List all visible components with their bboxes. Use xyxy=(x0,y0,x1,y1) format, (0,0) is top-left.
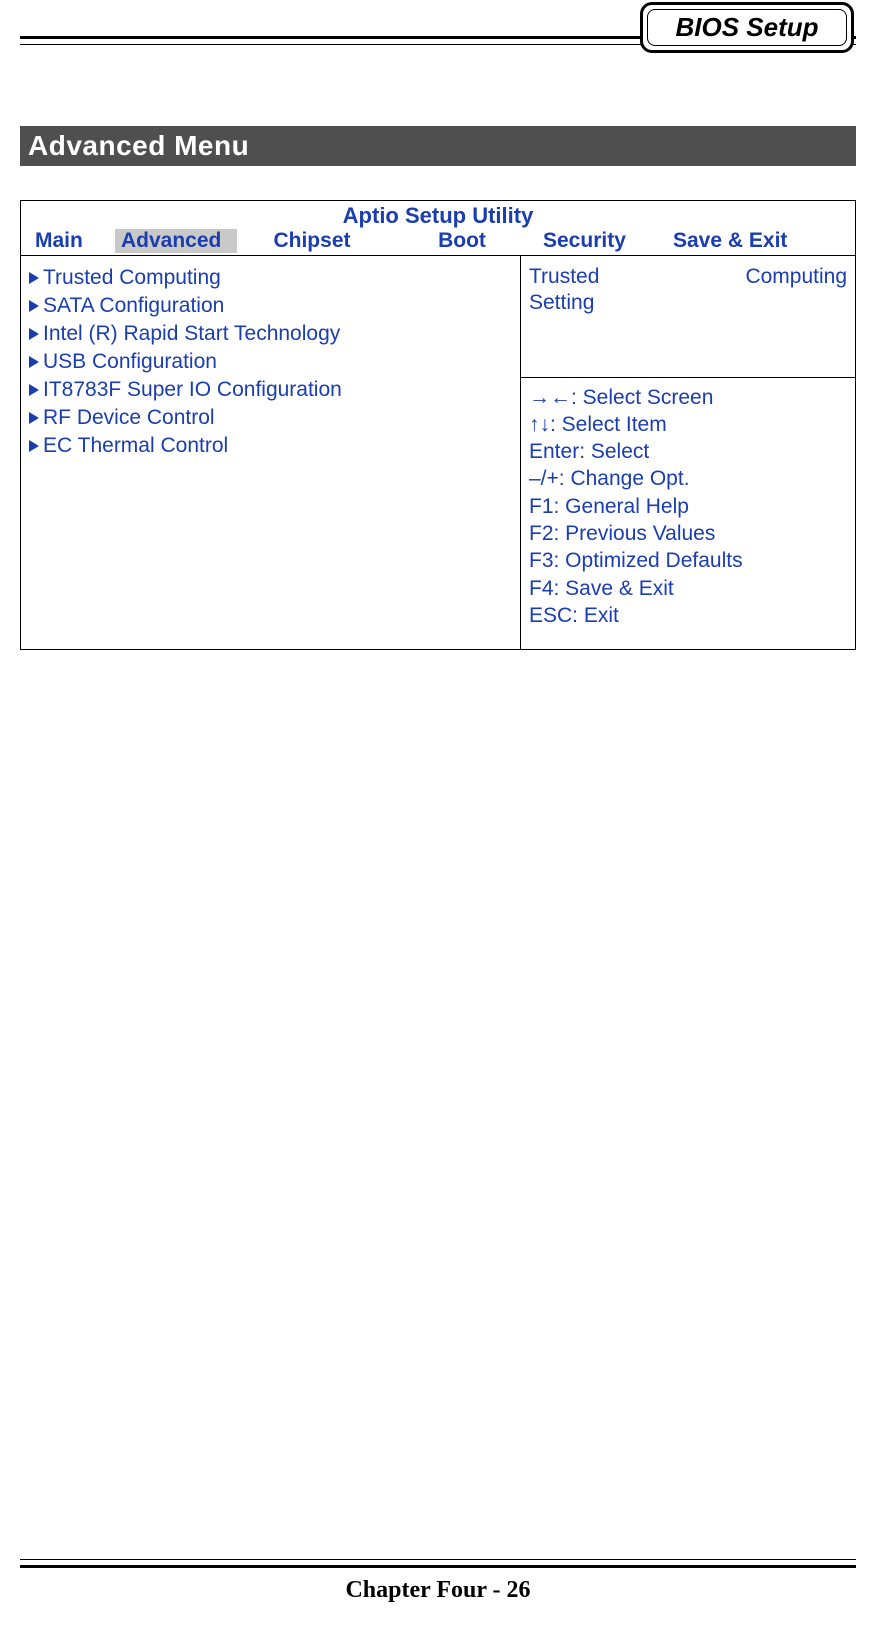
triangle-icon xyxy=(29,356,39,368)
help-line: ESC: Exit xyxy=(529,602,847,629)
menu-item-label: Intel (R) Rapid Start Technology xyxy=(43,322,340,345)
tab-save-exit[interactable]: Save & Exit xyxy=(667,229,847,253)
menu-item-trusted-computing[interactable]: Trusted Computing xyxy=(27,264,514,292)
menu-item-ec-thermal-control[interactable]: EC Thermal Control xyxy=(27,432,514,460)
page-footer: Chapter Four - 26 xyxy=(0,1577,876,1604)
menu-item-label: EC Thermal Control xyxy=(43,434,228,457)
menu-item-label: RF Device Control xyxy=(43,406,215,429)
tab-main[interactable]: Main xyxy=(29,229,115,253)
bios-help-col: Trusted Computing Setting →←: Select Scr… xyxy=(521,256,855,649)
bios-menu-list: Trusted Computing SATA Configuration Int… xyxy=(21,256,521,649)
help-line: Enter: Select xyxy=(529,438,847,465)
bios-header: Aptio Setup Utility Main Advanced Chipse… xyxy=(21,201,855,256)
footer-rule-thick xyxy=(20,1565,856,1568)
help-line: F4: Save & Exit xyxy=(529,575,847,602)
bios-title: Aptio Setup Utility xyxy=(21,201,855,229)
triangle-icon xyxy=(29,328,39,340)
triangle-icon xyxy=(29,412,39,424)
bios-body: Trusted Computing SATA Configuration Int… xyxy=(21,256,855,649)
tab-advanced[interactable]: Advanced xyxy=(115,229,237,253)
help-line: →←: Select Screen xyxy=(529,384,847,411)
footer-rule-thin xyxy=(20,1559,856,1560)
help-word: Trusted xyxy=(529,264,599,290)
help-word: Computing xyxy=(745,264,847,290)
help-line: F1: General Help xyxy=(529,493,847,520)
help-keys: →←: Select Screen ↑↓: Select Item Enter:… xyxy=(521,378,855,650)
triangle-icon xyxy=(29,300,39,312)
help-line: F3: Optimized Defaults xyxy=(529,547,847,574)
triangle-icon xyxy=(29,272,39,284)
page-header: BIOS Setup xyxy=(0,0,876,58)
help-line: F2: Previous Values xyxy=(529,520,847,547)
section-heading: Advanced Menu xyxy=(20,126,856,166)
menu-item-label: IT8783F Super IO Configuration xyxy=(43,378,342,401)
menu-item-usb-configuration[interactable]: USB Configuration xyxy=(27,348,514,376)
header-badge: BIOS Setup xyxy=(640,2,854,53)
tab-chipset[interactable]: Chipset xyxy=(237,229,387,253)
menu-item-label: Trusted Computing xyxy=(43,266,221,289)
menu-item-intel-rapid-start[interactable]: Intel (R) Rapid Start Technology xyxy=(27,320,514,348)
triangle-icon xyxy=(29,384,39,396)
tab-boot[interactable]: Boot xyxy=(387,229,537,253)
help-line: ↑↓: Select Item xyxy=(529,411,847,438)
help-word: Setting xyxy=(529,290,847,316)
menu-item-rf-device-control[interactable]: RF Device Control xyxy=(27,404,514,432)
help-line: –/+: Change Opt. xyxy=(529,465,847,492)
help-description: Trusted Computing Setting xyxy=(521,256,855,378)
menu-item-label: SATA Configuration xyxy=(43,294,224,317)
menu-item-super-io[interactable]: IT8783F Super IO Configuration xyxy=(27,376,514,404)
bios-panel: Aptio Setup Utility Main Advanced Chipse… xyxy=(20,200,856,650)
menu-item-sata-configuration[interactable]: SATA Configuration xyxy=(27,292,514,320)
header-badge-label: BIOS Setup xyxy=(647,9,847,46)
triangle-icon xyxy=(29,440,39,452)
menu-item-label: USB Configuration xyxy=(43,350,217,373)
tab-security[interactable]: Security xyxy=(537,229,667,253)
bios-tab-row: Main Advanced Chipset Boot Security Save… xyxy=(21,229,855,255)
